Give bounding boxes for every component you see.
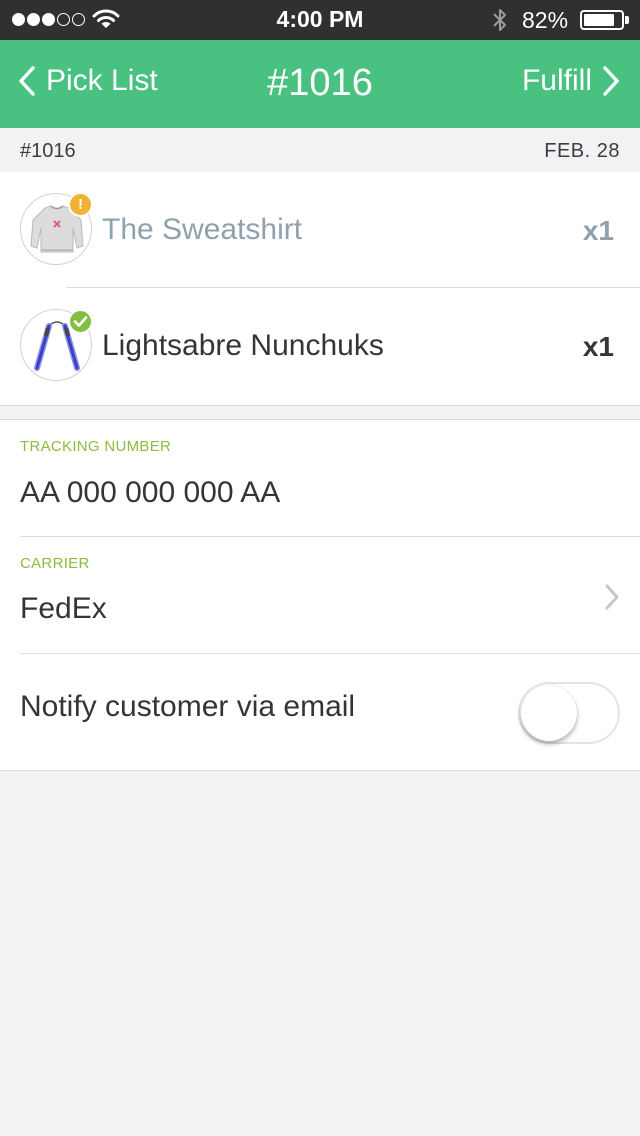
fulfill-button[interactable]: Fulfill bbox=[522, 64, 620, 98]
item-name: The Sweatshirt bbox=[102, 213, 303, 246]
notify-customer-label: Notify customer via email bbox=[20, 690, 356, 723]
divider bbox=[20, 653, 640, 654]
item-quantity: x1 bbox=[582, 331, 614, 362]
tracking-number-field[interactable]: AA 000 000 000 AA bbox=[20, 476, 280, 510]
status-bar: 4:00 PM 82% bbox=[0, 0, 640, 40]
battery-icon bbox=[580, 10, 624, 30]
toggle-knob bbox=[521, 685, 577, 741]
battery-percent: 82% bbox=[522, 7, 569, 33]
chevron-right-icon bbox=[605, 584, 619, 610]
chevron-right-icon bbox=[603, 66, 619, 96]
fulfill-button-label: Fulfill bbox=[521, 64, 592, 97]
tracking-number-label: TRACKING NUMBER bbox=[20, 438, 172, 455]
carrier-value: FedEx bbox=[20, 592, 107, 625]
battery-cap bbox=[625, 16, 629, 24]
carrier-label: CARRIER bbox=[20, 555, 90, 572]
notify-customer-toggle[interactable] bbox=[518, 682, 620, 744]
order-header: #1016 FEB. 28 bbox=[0, 128, 640, 172]
list-item[interactable]: The Sweatshirt x1 bbox=[0, 172, 640, 288]
list-item[interactable]: Lightsabre Nunchuks x1 bbox=[0, 288, 640, 404]
shipping-form: TRACKING NUMBER AA 000 000 000 AA CARRIE… bbox=[0, 419, 640, 771]
bluetooth-icon bbox=[493, 9, 506, 31]
order-date: FEB. 28 bbox=[544, 140, 620, 162]
warning-icon: ! bbox=[68, 192, 93, 217]
item-quantity: x1 bbox=[582, 215, 614, 246]
order-number: #1016 bbox=[20, 140, 76, 162]
navigation-bar: Pick List #1016 Fulfill bbox=[0, 40, 640, 128]
checkmark-icon bbox=[68, 309, 93, 334]
line-items-list: The Sweatshirt x1 ! Lightsabre Nunchuks … bbox=[0, 172, 640, 406]
item-name: Lightsabre Nunchuks bbox=[102, 329, 384, 362]
